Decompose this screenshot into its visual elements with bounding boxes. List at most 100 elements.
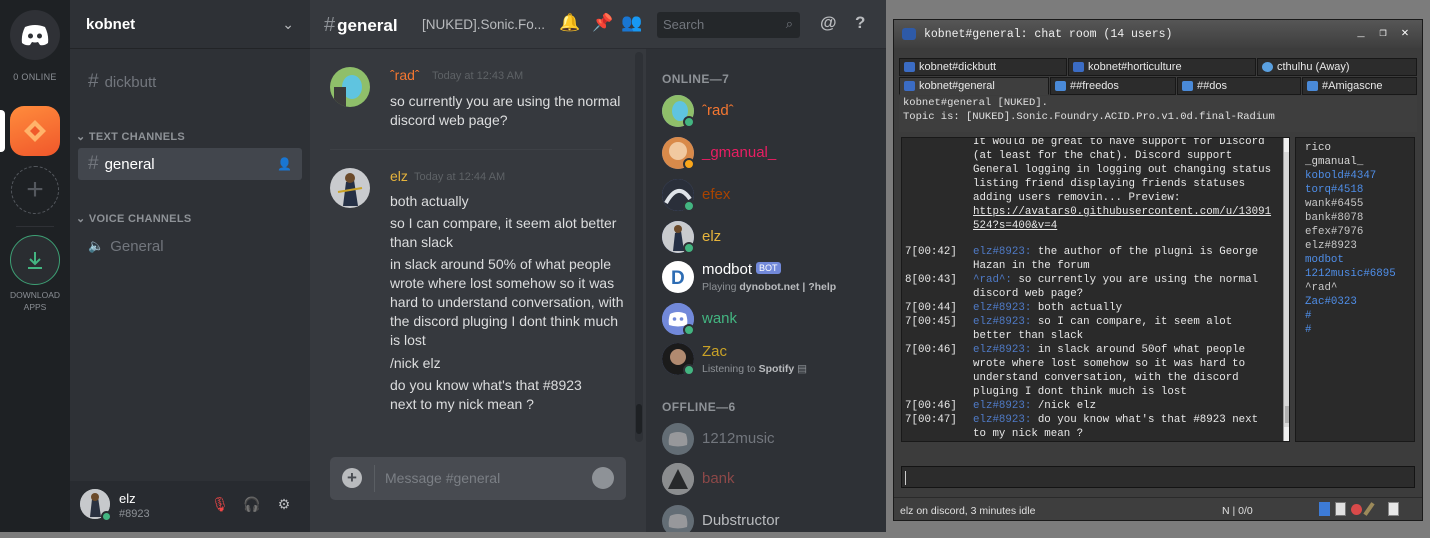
avatar[interactable] xyxy=(330,67,370,107)
emoji-icon[interactable] xyxy=(592,467,614,489)
irc-message-input[interactable] xyxy=(901,466,1415,488)
add-server-button[interactable]: + xyxy=(11,166,59,214)
upload-plus-icon[interactable]: + xyxy=(342,468,362,488)
member-item[interactable]: _gmanual_ xyxy=(662,137,882,177)
nick-item[interactable]: kobold#4347 xyxy=(1305,169,1414,183)
chat-scrollbar-thumb[interactable] xyxy=(636,404,642,434)
member-item[interactable]: bank xyxy=(662,463,882,503)
activity-prefix: Listening to xyxy=(702,363,759,375)
channel-general[interactable]: # general 👤 xyxy=(78,148,302,180)
member-item[interactable]: D modbot BOT Playing dynobot.net | ?help xyxy=(662,261,882,301)
download-apps-button[interactable] xyxy=(10,235,60,285)
log-file-icon[interactable] xyxy=(1335,502,1346,516)
preview-link[interactable]: https://avatars0.githubusercontent.com/u… xyxy=(973,206,1271,232)
category-voice-channels[interactable]: ⌄ VOICE CHANNELS xyxy=(76,212,191,225)
member-item[interactable]: Zac Listening to Spotify ▤ xyxy=(662,343,882,383)
tab-kobnet-horticulture[interactable]: kobnet#horticulture xyxy=(1068,58,1256,76)
server-header[interactable]: kobnet ⌄ xyxy=(70,0,310,49)
nick-item[interactable]: efex#7976 xyxy=(1305,225,1414,239)
log-nick[interactable]: ^rad^: xyxy=(973,274,1012,286)
nick-item[interactable]: # xyxy=(1305,323,1414,337)
chat-scrollbar[interactable] xyxy=(635,52,643,442)
tab-amigascne[interactable]: #Amigascne xyxy=(1302,77,1417,95)
bell-icon[interactable]: 🔔 xyxy=(559,13,580,33)
log-nick[interactable]: elz#8923: xyxy=(973,400,1031,412)
tab-label: kobnet#horticulture xyxy=(1088,61,1182,73)
members-icon[interactable]: 👥 xyxy=(621,13,642,33)
avatar[interactable] xyxy=(330,168,370,208)
invite-user-icon[interactable]: 👤 xyxy=(277,157,292,171)
message-author[interactable]: elz xyxy=(390,168,408,184)
log-nick[interactable]: elz#8923: xyxy=(973,316,1031,328)
log-text: elz#8923: in slack around 50of what peop… xyxy=(973,343,1273,399)
discord-logo-icon xyxy=(21,25,49,46)
log-nick[interactable]: elz#8923: xyxy=(973,302,1031,314)
nick-item[interactable]: torq#4518 xyxy=(1305,183,1414,197)
guild-kobnet[interactable] xyxy=(10,106,60,156)
message-author[interactable]: ˆradˆ xyxy=(390,67,420,83)
headphones-icon[interactable]: 🎧 xyxy=(243,496,261,514)
channel-dickbutt[interactable]: # dickbutt xyxy=(78,66,302,98)
nick-item[interactable]: 1212music#6895 xyxy=(1305,267,1414,281)
log-time: 7[00:45] xyxy=(905,316,957,328)
tab-freedos[interactable]: ##freedos xyxy=(1050,77,1176,95)
scroll-down-icon[interactable]: ▼ xyxy=(1284,427,1289,441)
member-activity: Playing dynobot.net | ?help xyxy=(702,281,836,293)
nick-list[interactable]: rico _gmanual_ kobold#4347 torq#4518 wan… xyxy=(1295,137,1415,442)
nick-item[interactable]: # xyxy=(1305,309,1414,323)
log-nick[interactable]: elz#8923: xyxy=(973,414,1031,426)
member-item[interactable]: ˆradˆ xyxy=(662,95,882,135)
notes-icon[interactable] xyxy=(1388,502,1399,516)
member-item[interactable]: Dubstructor xyxy=(662,505,882,532)
member-item[interactable]: wank xyxy=(662,303,882,343)
mentions-icon[interactable]: @ xyxy=(820,13,837,33)
nick-item[interactable]: elz#8923 xyxy=(1305,239,1414,253)
log-scrollbar-thumb[interactable] xyxy=(1285,406,1289,423)
mute-mic-icon[interactable]: 🎙 xyxy=(211,496,229,514)
member-item[interactable]: efex xyxy=(662,179,882,219)
log-text: elz#8923: both actually xyxy=(973,301,1273,315)
message-log[interactable]: It would be great to have support for Di… xyxy=(901,137,1290,442)
pin-icon[interactable]: 📌 xyxy=(592,13,613,33)
nick-item[interactable]: modbot xyxy=(1305,253,1414,267)
channel-topic[interactable]: [NUKED].Sonic.Fo... xyxy=(422,17,552,32)
nick-item[interactable]: Zac#0323 xyxy=(1305,295,1414,309)
discord-home-button[interactable] xyxy=(10,10,60,60)
activity-prefix: Playing xyxy=(702,281,740,293)
irc-title-bar[interactable]: kobnet#general: chat room (14 users) _ ❐… xyxy=(894,20,1422,48)
settings-gear-icon[interactable]: ⚙ xyxy=(275,496,293,514)
member-item[interactable]: 1212music xyxy=(662,423,882,463)
nick-item[interactable]: _gmanual_ xyxy=(1305,155,1414,169)
message-text: /nick elz xyxy=(390,355,441,371)
tab-kobnet-general[interactable]: kobnet#general xyxy=(899,77,1049,95)
nick-item[interactable]: wank#6455 xyxy=(1305,197,1414,211)
minimize-icon[interactable]: _ xyxy=(1354,26,1368,40)
category-label: VOICE CHANNELS xyxy=(88,213,192,225)
member-list: ONLINE—7 ˆradˆ _gmanual_ efex elz D modb… xyxy=(646,49,886,532)
log-nick[interactable]: elz#8923: xyxy=(973,344,1031,356)
member-item[interactable]: elz xyxy=(662,221,882,261)
close-icon[interactable]: ✕ xyxy=(1398,26,1412,40)
voice-channel-general[interactable]: 🔈 General xyxy=(78,230,302,262)
tab-dos[interactable]: ##dos xyxy=(1177,77,1301,95)
status-dot xyxy=(683,158,695,170)
nick-item[interactable]: rico xyxy=(1305,141,1414,155)
nick-item[interactable]: bank#8078 xyxy=(1305,211,1414,225)
help-icon[interactable]: ? xyxy=(855,13,865,33)
header-line: kobnet#general [NUKED]. xyxy=(903,97,1048,109)
scroll-up-icon[interactable]: ▲ xyxy=(1284,138,1289,152)
message-input[interactable]: + Message #general xyxy=(330,457,626,500)
search-input[interactable]: Search ⌕ xyxy=(657,12,800,38)
log-text: elz#8923: so I can compare, it seem alot… xyxy=(973,315,1273,343)
pencil-icon[interactable] xyxy=(1363,502,1375,516)
category-text-channels[interactable]: ⌄ TEXT CHANNELS xyxy=(76,130,185,143)
network-icon[interactable] xyxy=(1319,502,1330,516)
status-away-icon[interactable] xyxy=(1351,504,1362,515)
irc-window: kobnet#general: chat room (14 users) _ ❐… xyxy=(893,19,1423,521)
log-nick[interactable]: elz#8923: xyxy=(973,246,1031,258)
tab-kobnet-dickbutt[interactable]: kobnet#dickbutt xyxy=(899,58,1067,76)
restore-icon[interactable]: ❐ xyxy=(1376,26,1390,40)
tab-cthulhu[interactable]: cthulhu (Away) xyxy=(1257,58,1417,76)
nick-item[interactable]: ^rad^ xyxy=(1305,281,1414,295)
log-scrollbar[interactable]: ▲ ▼ xyxy=(1283,138,1289,441)
